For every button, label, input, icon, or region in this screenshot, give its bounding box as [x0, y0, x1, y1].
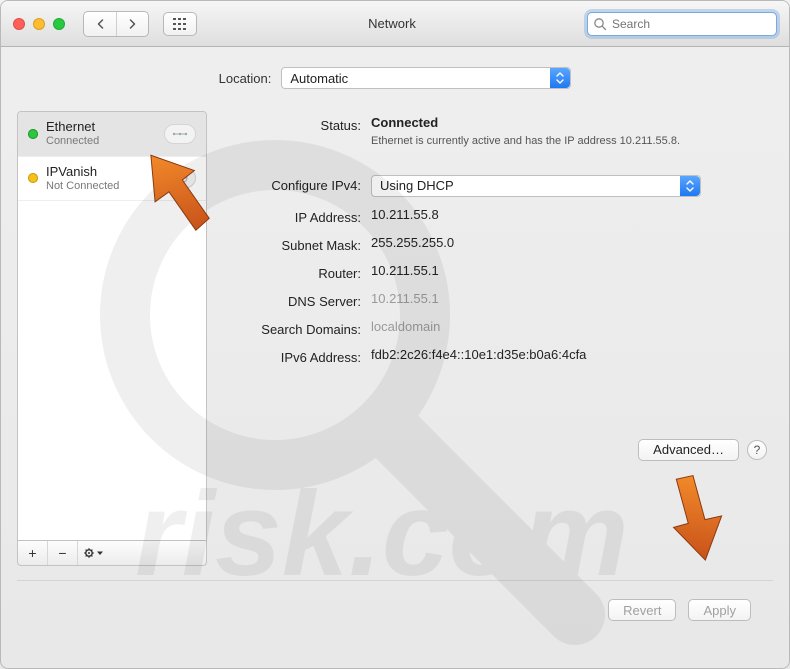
status-row: Status: Connected Ethernet is currently …	[221, 115, 773, 149]
list-item-sub: Not Connected	[46, 180, 156, 193]
location-select[interactable]: Automatic	[281, 67, 571, 89]
show-all-button[interactable]	[163, 12, 197, 36]
configure-row: Configure IPv4: Using DHCP	[221, 175, 773, 197]
ipv6-row: IPv6 Address: fdb2:2c26:f4e4::10e1:d35e:…	[221, 347, 773, 365]
advanced-button[interactable]: Advanced…	[638, 439, 739, 461]
list-item-name: IPVanish	[46, 165, 156, 180]
footer: Revert Apply	[17, 581, 773, 637]
zoom-window-button[interactable]	[53, 18, 65, 30]
revert-button[interactable]: Revert	[608, 599, 676, 621]
status-label: Status:	[221, 115, 371, 133]
ip-row: IP Address: 10.211.55.8	[221, 207, 773, 225]
prefs-window: Network Location: Automatic	[0, 0, 790, 669]
window-title: Network	[205, 16, 579, 31]
close-window-button[interactable]	[13, 18, 25, 30]
ip-value: 10.211.55.8	[371, 207, 773, 222]
list-item-name: Ethernet	[46, 120, 156, 135]
columns: Ethernet Connected IPVanish Not Connecte…	[17, 111, 773, 566]
help-button[interactable]: ?	[747, 440, 767, 460]
ip-label: IP Address:	[221, 207, 371, 225]
sidebar-toolbar: + −	[17, 541, 207, 566]
dns-row: DNS Server: 10.211.55.1	[221, 291, 773, 309]
list-item-ipvanish[interactable]: IPVanish Not Connected	[18, 157, 206, 202]
mask-label: Subnet Mask:	[221, 235, 371, 253]
configure-label: Configure IPv4:	[221, 175, 371, 193]
domains-label: Search Domains:	[221, 319, 371, 337]
router-row: Router: 10.211.55.1	[221, 263, 773, 281]
grid-icon	[173, 18, 187, 30]
sidebar: Ethernet Connected IPVanish Not Connecte…	[17, 111, 207, 566]
traffic-lights	[13, 18, 65, 30]
list-item-text: IPVanish Not Connected	[46, 165, 156, 193]
configure-value: Using DHCP	[372, 178, 462, 193]
search-input[interactable]	[587, 12, 777, 36]
ipv6-label: IPv6 Address:	[221, 347, 371, 365]
location-row: Location: Automatic	[17, 67, 773, 89]
gear-dropdown-icon	[82, 547, 104, 559]
content: Location: Automatic Ethernet Connected	[1, 47, 789, 660]
updown-chevrons-icon	[685, 179, 695, 193]
services-list[interactable]: Ethernet Connected IPVanish Not Connecte…	[17, 111, 207, 541]
status-dot-idle-icon	[28, 173, 38, 183]
location-label: Location:	[219, 71, 272, 86]
mask-value: 255.255.255.0	[371, 235, 773, 250]
location-value: Automatic	[282, 71, 356, 86]
add-service-button[interactable]: +	[18, 541, 48, 565]
status-description: Ethernet is currently active and has the…	[371, 134, 721, 149]
domains-row: Search Domains: localdomain	[221, 319, 773, 337]
updown-caps	[550, 68, 570, 88]
status-value: Connected	[371, 115, 773, 130]
details-panel: Status: Connected Ethernet is currently …	[221, 111, 773, 566]
router-value: 10.211.55.1	[371, 263, 773, 278]
dns-value: 10.211.55.1	[371, 291, 773, 306]
advanced-row: Advanced… ?	[221, 439, 773, 461]
router-label: Router:	[221, 263, 371, 281]
list-item-sub: Connected	[46, 135, 156, 148]
updown-caps	[680, 176, 700, 196]
ipv6-value: fdb2:2c26:f4e4::10e1:d35e:b0a6:4cfa	[371, 347, 773, 362]
chevron-left-icon	[96, 19, 105, 29]
vpn-icon	[164, 168, 196, 188]
minimize-window-button[interactable]	[33, 18, 45, 30]
apply-button[interactable]: Apply	[688, 599, 751, 621]
nav-back-forward	[83, 11, 149, 37]
mask-row: Subnet Mask: 255.255.255.0	[221, 235, 773, 253]
domains-value: localdomain	[371, 319, 773, 334]
chevron-right-icon	[128, 19, 137, 29]
search-icon	[593, 17, 607, 31]
remove-service-button[interactable]: −	[48, 541, 78, 565]
titlebar: Network	[1, 1, 789, 47]
configure-select[interactable]: Using DHCP	[371, 175, 701, 197]
forward-button[interactable]	[116, 12, 148, 36]
status-dot-connected-icon	[28, 129, 38, 139]
list-item-text: Ethernet Connected	[46, 120, 156, 148]
list-item-ethernet[interactable]: Ethernet Connected	[18, 112, 206, 157]
service-action-menu[interactable]	[78, 541, 108, 565]
back-button[interactable]	[84, 12, 116, 36]
search-wrap	[587, 12, 777, 36]
ethernet-icon	[164, 124, 196, 144]
dns-label: DNS Server:	[221, 291, 371, 309]
updown-chevrons-icon	[555, 71, 565, 85]
